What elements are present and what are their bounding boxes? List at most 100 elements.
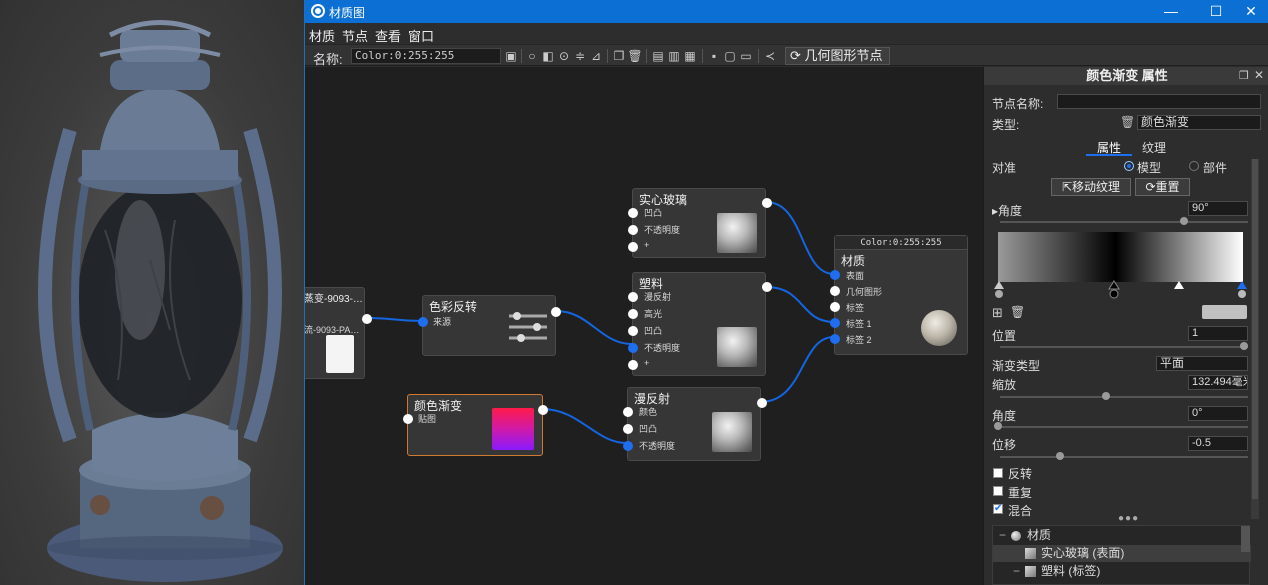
input-port[interactable] bbox=[628, 292, 638, 302]
node-add-icon[interactable]: ▤ bbox=[650, 48, 666, 64]
input-port[interactable] bbox=[830, 334, 840, 344]
angle2-slider-knob[interactable] bbox=[994, 422, 1002, 430]
frame-icon[interactable]: ▭ bbox=[738, 48, 754, 64]
input-port[interactable] bbox=[628, 242, 638, 252]
repeat-checkbox[interactable] bbox=[993, 486, 1003, 496]
tab-texture[interactable]: 纹理 bbox=[1142, 139, 1166, 156]
angle-slider-track[interactable] bbox=[1000, 221, 1248, 223]
input-port[interactable] bbox=[628, 225, 638, 235]
node-color-gradient[interactable]: 颜色渐变 贴图 bbox=[403, 394, 548, 456]
node-plastic[interactable]: 塑料 漫反射 高光 凹凸 不透明度 + bbox=[628, 272, 772, 376]
copy-icon[interactable]: ❐ bbox=[611, 48, 627, 64]
tree-scrollbar[interactable] bbox=[1241, 526, 1250, 552]
rotate-icon[interactable]: ⊙ bbox=[556, 48, 572, 64]
input-port[interactable] bbox=[418, 317, 428, 327]
menu-window[interactable]: 窗口 bbox=[408, 26, 434, 45]
input-port[interactable] bbox=[628, 309, 638, 319]
float-icon[interactable]: ❐ bbox=[1239, 69, 1249, 82]
tree-item-plastic[interactable]: − 塑料 (标签) bbox=[993, 563, 1251, 580]
output-port[interactable] bbox=[762, 198, 772, 208]
menu-material[interactable]: 材质 bbox=[309, 26, 335, 45]
angle2-slider-track[interactable] bbox=[1000, 426, 1248, 428]
delete-stop-icon[interactable]: 🗑 bbox=[1010, 305, 1025, 319]
node-solid-glass[interactable]: 实心玻璃 凹凸 不透明度 + bbox=[628, 188, 772, 258]
input-port[interactable] bbox=[830, 302, 840, 312]
close-button[interactable]: ✕ bbox=[1235, 0, 1267, 23]
sphere-preview-icon[interactable]: ○ bbox=[524, 48, 540, 64]
output-port[interactable] bbox=[762, 282, 772, 292]
stop-color-swatch[interactable] bbox=[1202, 305, 1247, 319]
output-port[interactable] bbox=[538, 405, 548, 415]
angle-slider-knob[interactable] bbox=[1180, 217, 1188, 225]
menu-node[interactable]: 节点 bbox=[342, 26, 368, 45]
input-port[interactable] bbox=[830, 270, 840, 280]
scale-slider-knob[interactable] bbox=[1102, 392, 1110, 400]
gradient-ramp[interactable] bbox=[998, 232, 1243, 282]
node-color-invert[interactable]: 色彩反转 来源 bbox=[418, 295, 561, 356]
align-part-radio[interactable] bbox=[1189, 161, 1199, 171]
input-port[interactable] bbox=[623, 441, 633, 451]
move-texture-button[interactable]: ⇱移动纹理 bbox=[1051, 178, 1131, 196]
input-port[interactable] bbox=[830, 286, 840, 296]
input-port[interactable] bbox=[628, 360, 638, 370]
input-port[interactable] bbox=[623, 407, 633, 417]
scale-slider-track[interactable] bbox=[1000, 396, 1248, 398]
position-slider-knob[interactable] bbox=[1240, 342, 1248, 350]
offset-slider-knob[interactable] bbox=[1056, 452, 1064, 460]
add-stop-icon[interactable]: ⊞ bbox=[992, 305, 1003, 321]
tree-item-material[interactable]: − 材质 bbox=[993, 527, 1251, 544]
fit-icon[interactable]: ▢ bbox=[722, 48, 738, 64]
image-node-partial[interactable]: 蒸变-9093-… 流-9093-PA… bbox=[305, 287, 372, 379]
input-port[interactable] bbox=[628, 208, 638, 218]
input-port[interactable] bbox=[628, 343, 638, 353]
splitter-handle[interactable]: ●●● bbox=[1118, 513, 1139, 524]
scale-icon[interactable]: ⊿ bbox=[588, 48, 604, 64]
position-slider-track[interactable] bbox=[1000, 346, 1248, 348]
blend-checkbox[interactable]: ✔ bbox=[993, 504, 1003, 514]
menu-view[interactable]: 查看 bbox=[375, 26, 401, 45]
delete-icon[interactable]: 🗑 bbox=[627, 48, 643, 64]
offset-slider-track[interactable] bbox=[1000, 456, 1248, 458]
type-select[interactable]: 颜色渐变 bbox=[1137, 115, 1261, 130]
node-group-icon[interactable]: ▥ bbox=[666, 48, 682, 64]
input-port[interactable] bbox=[623, 424, 633, 434]
input-port[interactable] bbox=[628, 326, 638, 336]
share-icon[interactable]: ≺ bbox=[762, 48, 778, 64]
gradient-type-select[interactable]: 平面 bbox=[1156, 356, 1248, 371]
node-link-icon[interactable]: ▦ bbox=[682, 48, 698, 64]
input-port[interactable] bbox=[403, 414, 413, 424]
align-model-radio[interactable] bbox=[1124, 161, 1134, 171]
angle2-field[interactable]: 0° bbox=[1188, 406, 1248, 421]
position-field[interactable]: 1 bbox=[1188, 326, 1248, 341]
invert-checkbox[interactable] bbox=[993, 468, 1003, 478]
panel-scrollbar-thumb[interactable] bbox=[1252, 159, 1258, 499]
checker-icon[interactable]: ◧ bbox=[540, 48, 556, 64]
save-icon[interactable]: ▣ bbox=[503, 48, 519, 64]
node-material[interactable]: Color:0:255:255 材质 表面 几何图形 标签 标签 1 标签 2 bbox=[830, 235, 968, 355]
adjust-icon[interactable]: ≑ bbox=[572, 48, 588, 64]
name-field[interactable]: Color:0:255:255 bbox=[351, 48, 501, 64]
geometry-node-button[interactable]: ⟳ 几何图形节点 bbox=[785, 47, 890, 65]
offset-field[interactable]: -0.5 bbox=[1188, 436, 1248, 451]
input-port[interactable] bbox=[830, 318, 840, 328]
angle-field[interactable]: 90° bbox=[1188, 201, 1248, 216]
scale-field[interactable]: 132.494毫米 bbox=[1188, 375, 1248, 390]
close-panel-icon[interactable]: ✕ bbox=[1254, 68, 1264, 82]
reset-button[interactable]: ⟳重置 bbox=[1135, 178, 1190, 196]
node-name-field[interactable] bbox=[1057, 94, 1261, 109]
output-port[interactable] bbox=[757, 398, 767, 408]
output-port[interactable] bbox=[362, 314, 372, 324]
node-graph[interactable]: 蒸变-9093-… 流-9093-PA… 色彩反转 来源 实心玻璃 凹凸 不透明… bbox=[305, 67, 983, 585]
tree-item-glass[interactable]: 实心玻璃 (表面) bbox=[993, 545, 1251, 562]
title-bar[interactable]: 材质图 — ☐ ✕ bbox=[305, 0, 1268, 23]
trash-icon[interactable]: 🗑 bbox=[1120, 115, 1135, 129]
maximize-button[interactable]: ☐ bbox=[1200, 0, 1232, 23]
angle-expander[interactable]: ▸角度 bbox=[992, 202, 1022, 219]
node-name-label: 节点名称: bbox=[992, 97, 1044, 111]
align-icon[interactable]: ▪ bbox=[706, 48, 722, 64]
3d-viewport[interactable] bbox=[0, 0, 304, 585]
minimize-button[interactable]: — bbox=[1155, 0, 1187, 23]
output-port[interactable] bbox=[551, 307, 561, 317]
node-diffuse[interactable]: 漫反射 颜色 凹凸 不透明度 bbox=[623, 387, 767, 461]
gradient-stops[interactable] bbox=[992, 279, 1254, 301]
